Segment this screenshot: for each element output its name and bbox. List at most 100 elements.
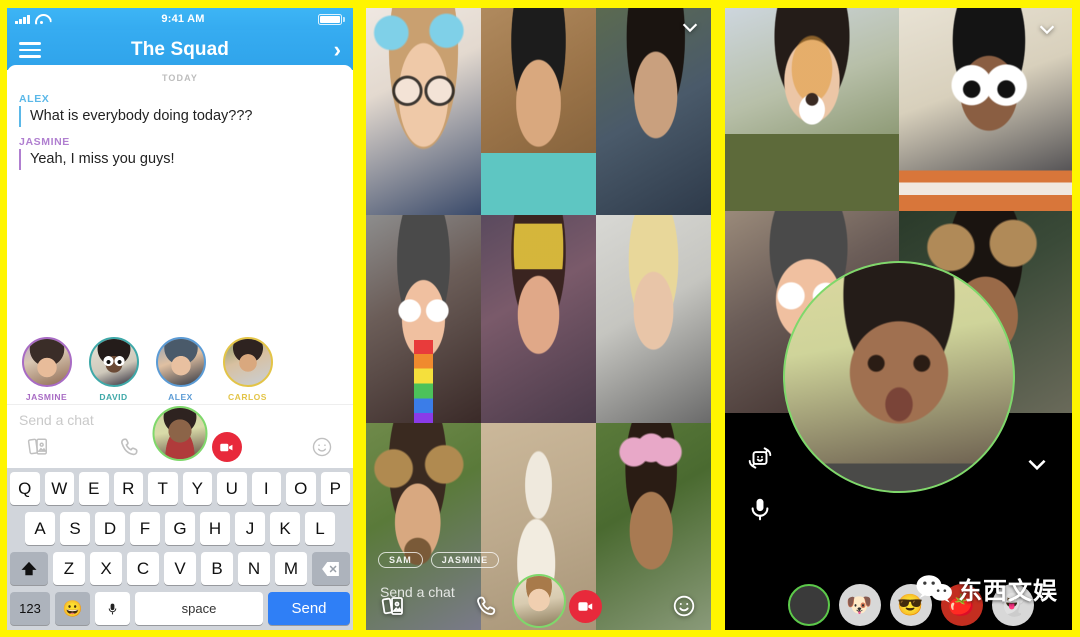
self-video-large-circle[interactable] bbox=[782, 261, 1015, 493]
key-h[interactable]: H bbox=[200, 512, 230, 545]
video-tile[interactable] bbox=[481, 8, 596, 216]
phone-call-icon[interactable] bbox=[475, 593, 501, 619]
page-title: The Squad bbox=[130, 39, 229, 60]
key-numbers[interactable]: 123 bbox=[10, 592, 50, 625]
key-m[interactable]: M bbox=[275, 552, 307, 585]
key-i[interactable]: I bbox=[251, 472, 281, 505]
sticker-smiley-icon[interactable] bbox=[671, 593, 697, 619]
key-j[interactable]: J bbox=[235, 512, 265, 545]
friend-name: CARLOS bbox=[228, 392, 267, 402]
screenshot-root: 9:41 AM The Squad › TODAY ALEX What is e… bbox=[0, 0, 1080, 637]
key-k[interactable]: K bbox=[270, 512, 300, 545]
chat-message: JASMINE Yeah, I miss you guys! bbox=[7, 136, 353, 174]
snap-cards-icon[interactable] bbox=[380, 593, 406, 619]
key-e[interactable]: E bbox=[79, 472, 109, 505]
video-record-icon[interactable] bbox=[211, 432, 242, 462]
key-s[interactable]: S bbox=[60, 512, 90, 545]
participant-name-pills: SAM JASMINE bbox=[378, 552, 500, 568]
chat-message: ALEX What is everybody doing today??? bbox=[7, 93, 353, 131]
video-tile[interactable] bbox=[481, 215, 596, 423]
avatar[interactable] bbox=[88, 337, 139, 387]
video-record-icon[interactable] bbox=[569, 589, 603, 623]
phone-call-icon[interactable] bbox=[118, 434, 144, 460]
key-l[interactable]: L bbox=[305, 512, 335, 545]
on-screen-keyboard: Q W E R T Y U I O P A S D F G H J K L Z … bbox=[7, 468, 353, 630]
video-call-overlay: SAM JASMINE Send a chat bbox=[366, 538, 711, 630]
key-z[interactable]: Z bbox=[53, 552, 85, 585]
keyboard-row-3: Z X C V B N M bbox=[10, 552, 350, 585]
sticker-smiley-icon[interactable] bbox=[309, 434, 335, 460]
video-tile[interactable] bbox=[366, 215, 481, 423]
avatar[interactable] bbox=[222, 337, 273, 387]
key-o[interactable]: O bbox=[286, 472, 316, 505]
key-v[interactable]: V bbox=[164, 552, 196, 585]
call-controls-left bbox=[747, 445, 773, 527]
camera-flip-icon[interactable] bbox=[747, 445, 773, 476]
friend-item-alex[interactable]: ALEX bbox=[147, 337, 214, 402]
panel-video-grid: SAM JASMINE Send a chat bbox=[360, 0, 718, 637]
video-tile[interactable] bbox=[366, 8, 481, 216]
snap-cards-icon[interactable] bbox=[25, 434, 51, 460]
emoji-icon[interactable]: 😀 bbox=[55, 592, 90, 625]
key-b[interactable]: B bbox=[201, 552, 233, 585]
chat-nav-bar: The Squad › bbox=[7, 30, 353, 70]
key-w[interactable]: W bbox=[44, 472, 74, 505]
keyboard-row-1: Q W E R T Y U I O P bbox=[10, 472, 350, 505]
self-video-thumbnail[interactable] bbox=[152, 406, 208, 461]
key-y[interactable]: Y bbox=[182, 472, 212, 505]
date-divider: TODAY bbox=[161, 73, 198, 83]
hamburger-menu-icon[interactable] bbox=[19, 42, 41, 58]
panel-group-chat: 9:41 AM The Squad › TODAY ALEX What is e… bbox=[0, 0, 360, 637]
key-f[interactable]: F bbox=[130, 512, 160, 545]
chevron-down-icon[interactable] bbox=[1036, 18, 1058, 40]
key-x[interactable]: X bbox=[90, 552, 122, 585]
friend-item-jasmine[interactable]: JASMINE bbox=[13, 337, 80, 402]
key-u[interactable]: U bbox=[217, 472, 247, 505]
key-space[interactable]: space bbox=[135, 592, 263, 625]
key-d[interactable]: D bbox=[95, 512, 125, 545]
friend-name: ALEX bbox=[168, 392, 193, 402]
video-tile[interactable] bbox=[725, 8, 899, 211]
key-p[interactable]: P bbox=[320, 472, 350, 505]
key-n[interactable]: N bbox=[238, 552, 270, 585]
status-bar-left bbox=[15, 14, 48, 24]
send-button[interactable]: Send bbox=[268, 592, 350, 625]
key-c[interactable]: C bbox=[127, 552, 159, 585]
backspace-icon[interactable] bbox=[312, 552, 350, 585]
friend-item-carlos[interactable]: CARLOS bbox=[214, 337, 281, 402]
chevron-right-icon[interactable]: › bbox=[334, 39, 341, 61]
video-tile[interactable] bbox=[596, 8, 711, 216]
friend-item-david[interactable]: DAVID bbox=[80, 337, 147, 402]
key-t[interactable]: T bbox=[148, 472, 178, 505]
microphone-icon[interactable] bbox=[95, 592, 130, 625]
name-pill: SAM bbox=[378, 552, 423, 568]
microphone-icon[interactable] bbox=[747, 496, 773, 527]
phone-screen-video-grid: SAM JASMINE Send a chat bbox=[366, 8, 711, 630]
message-author: ALEX bbox=[19, 93, 50, 105]
status-bar-right bbox=[318, 13, 345, 25]
key-q[interactable]: Q bbox=[10, 472, 40, 505]
chevron-down-icon[interactable] bbox=[1024, 451, 1050, 482]
chevron-down-icon[interactable] bbox=[679, 16, 701, 38]
key-r[interactable]: R bbox=[113, 472, 143, 505]
wechat-logo-icon bbox=[914, 572, 954, 606]
wechat-watermark: 东西文娱 bbox=[914, 571, 1058, 606]
phone-screen-chat: 9:41 AM The Squad › TODAY ALEX What is e… bbox=[7, 8, 353, 630]
video-participant-grid bbox=[366, 8, 711, 630]
avatar[interactable] bbox=[21, 337, 72, 387]
video-tile[interactable] bbox=[596, 215, 711, 423]
keyboard-row-4: 123 😀 space Send bbox=[10, 592, 350, 625]
key-g[interactable]: G bbox=[165, 512, 195, 545]
message-text: What is everybody doing today??? bbox=[19, 106, 341, 128]
key-a[interactable]: A bbox=[25, 512, 55, 545]
message-text: Yeah, I miss you guys! bbox=[19, 149, 341, 171]
lens-option-dog[interactable]: 🐶 bbox=[838, 584, 881, 626]
friends-presence-row: JASMINE DAVID ALEX CARLOS bbox=[7, 331, 353, 404]
battery-icon bbox=[318, 13, 343, 25]
avatar[interactable] bbox=[155, 337, 206, 387]
shift-icon[interactable] bbox=[10, 552, 48, 585]
signal-bars-icon bbox=[15, 14, 30, 24]
lens-option-none[interactable] bbox=[787, 584, 830, 626]
self-video-thumbnail[interactable] bbox=[511, 574, 566, 628]
message-author: JASMINE bbox=[19, 136, 70, 149]
